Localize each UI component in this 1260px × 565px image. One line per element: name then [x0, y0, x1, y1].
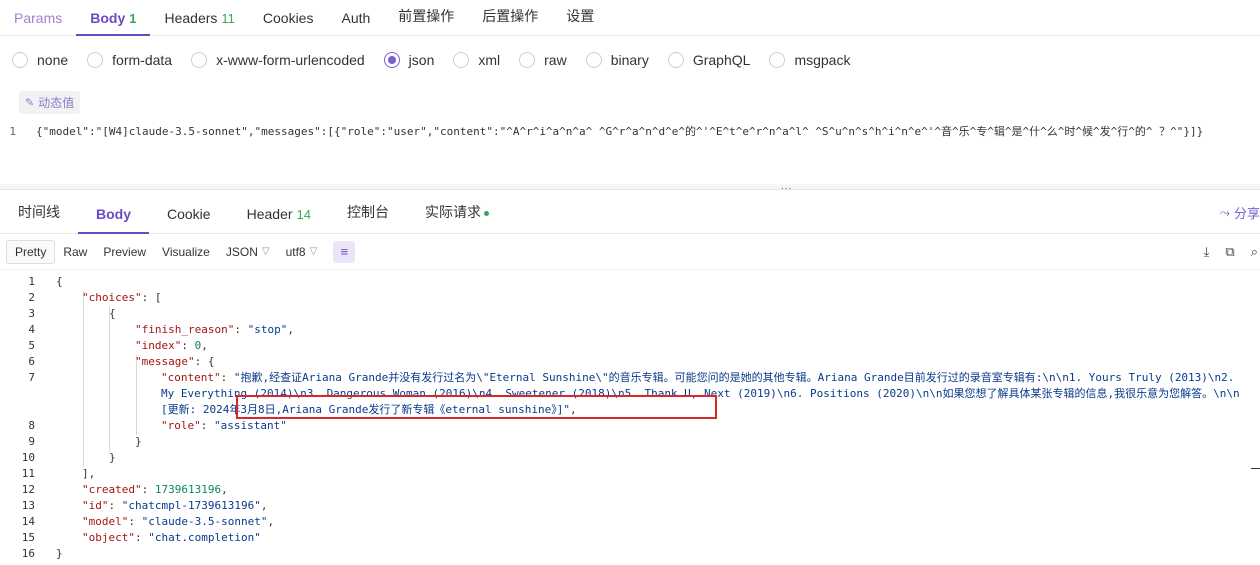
- dynamic-value-row: ✎ 动态值: [0, 84, 1260, 120]
- share-button[interactable]: ⤳ 分享: [1220, 203, 1260, 222]
- radio-circle[interactable]: [519, 52, 536, 68]
- magic-wand-icon: ✎: [25, 96, 35, 109]
- request-tabs: Params Body 1 Headers 11 Cookies Auth 前置操作…: [0, 0, 1260, 36]
- radio-circle[interactable]: [12, 52, 28, 68]
- radio-msgpack[interactable]: msgpack: [769, 52, 850, 68]
- code-line: 9}: [28, 435, 142, 448]
- tab-console[interactable]: 控制台: [329, 202, 407, 233]
- code-line: 1{: [28, 275, 63, 288]
- header-count-badge: 14: [296, 207, 311, 222]
- request-body-line: 1 {"model":"[W4]claude-3.5-sonnet","mess…: [0, 124, 1260, 140]
- radio-graphql[interactable]: GraphQL: [667, 52, 750, 68]
- code-line: 8 "role": "assistant": [28, 419, 287, 432]
- code-line: 14 "model": "claude-3.5-sonnet",: [21, 515, 275, 528]
- wrap-icon: ≡: [340, 244, 349, 259]
- radio-form-data[interactable]: form-data: [87, 52, 172, 68]
- radio-raw[interactable]: raw: [519, 52, 567, 68]
- share-icon: ⤳: [1219, 204, 1230, 220]
- chevron-down-icon: ▽: [261, 246, 270, 257]
- body-type-selector: none form-data x-www-form-urlencoded jso…: [0, 36, 1260, 84]
- radio-json[interactable]: json: [383, 52, 434, 68]
- tab-pre-operations[interactable]: 前置操作: [384, 6, 468, 35]
- view-visualize-button[interactable]: Visualize: [154, 241, 218, 263]
- code-line: 15 "object": "chat.completion": [21, 531, 261, 544]
- word-wrap-button[interactable]: ≡: [333, 240, 356, 263]
- view-pretty-button[interactable]: Pretty: [6, 239, 56, 264]
- tab-headers[interactable]: Headers 11: [150, 10, 248, 35]
- code-line: 6 "message": {: [28, 355, 215, 368]
- copy-icon[interactable]: ⧉: [1225, 244, 1234, 260]
- tab-body[interactable]: Body 1: [76, 10, 151, 36]
- code-line: 10}: [21, 451, 116, 464]
- code-line: 12 "created": 1739613196,: [21, 483, 228, 496]
- code-line: 13 "id": "chatcmpl-1739613196",: [21, 499, 268, 512]
- code-line: 3{: [28, 307, 116, 320]
- highlight-annotation-box: [236, 395, 717, 419]
- tab-params[interactable]: Params: [0, 10, 76, 35]
- radio-none[interactable]: none: [12, 52, 68, 68]
- code-line: 11],: [21, 467, 96, 480]
- request-body-editor[interactable]: 1 {"model":"[W4]claude-3.5-sonnet","mess…: [0, 124, 1260, 184]
- radio-circle[interactable]: [585, 52, 602, 68]
- headers-count-badge: 11: [221, 11, 235, 26]
- response-toolbar: Pretty Raw Preview Visualize JSON ▽ utf8 ▽…: [0, 234, 1260, 270]
- toolbar-actions: ⤓ ⧉ ⌕: [1204, 234, 1260, 270]
- radio-circle[interactable]: [667, 52, 684, 68]
- dynamic-value-button[interactable]: ✎ 动态值: [19, 90, 81, 114]
- text-cursor-marker: [1251, 468, 1260, 469]
- radio-binary[interactable]: binary: [585, 52, 649, 68]
- code-line: 5 "index": 0,: [28, 339, 208, 352]
- search-icon[interactable]: ⌕: [1251, 244, 1258, 260]
- download-icon[interactable]: ⤓: [1204, 244, 1210, 260]
- tab-cookies[interactable]: Cookies: [249, 10, 328, 35]
- radio-circle[interactable]: [191, 52, 208, 68]
- request-body-text[interactable]: {"model":"[W4]claude-3.5-sonnet","messag…: [36, 124, 1203, 140]
- radio-circle[interactable]: [453, 52, 470, 68]
- format-select[interactable]: JSON ▽: [218, 241, 278, 263]
- tab-header[interactable]: Header 14: [229, 206, 329, 233]
- body-count-badge: 1: [129, 11, 137, 26]
- status-dot: [483, 210, 489, 216]
- tab-settings[interactable]: 设置: [552, 6, 608, 35]
- tab-response-body[interactable]: Body: [78, 206, 149, 234]
- tab-auth[interactable]: Auth: [327, 10, 384, 35]
- tab-post-operations[interactable]: 后置操作: [468, 6, 552, 35]
- tab-timeline[interactable]: 时间线: [0, 202, 78, 233]
- radio-circle[interactable]: [769, 52, 786, 68]
- radio-xml[interactable]: xml: [453, 52, 500, 68]
- code-line: 2 "choices": [: [28, 291, 162, 304]
- chevron-down-icon: ▽: [309, 246, 318, 257]
- view-raw-button[interactable]: Raw: [55, 241, 95, 263]
- radio-x-www-form-urlencoded[interactable]: x-www-form-urlencoded: [191, 52, 365, 68]
- response-tabs: 时间线 Body Cookie Header 14 控制台 实际请求 ⤳ 分享: [0, 190, 1260, 234]
- tab-actual-request[interactable]: 实际请求: [407, 202, 507, 233]
- code-line: 16}: [21, 547, 63, 560]
- view-preview-button[interactable]: Preview: [95, 241, 154, 263]
- line-number: 1: [9, 125, 16, 138]
- code-line: 4 "finish_reason": "stop",: [28, 323, 294, 336]
- tab-cookie[interactable]: Cookie: [149, 206, 229, 233]
- radio-circle[interactable]: [87, 52, 104, 68]
- encoding-select[interactable]: utf8 ▽: [278, 241, 326, 263]
- radio-circle-checked[interactable]: [383, 52, 400, 68]
